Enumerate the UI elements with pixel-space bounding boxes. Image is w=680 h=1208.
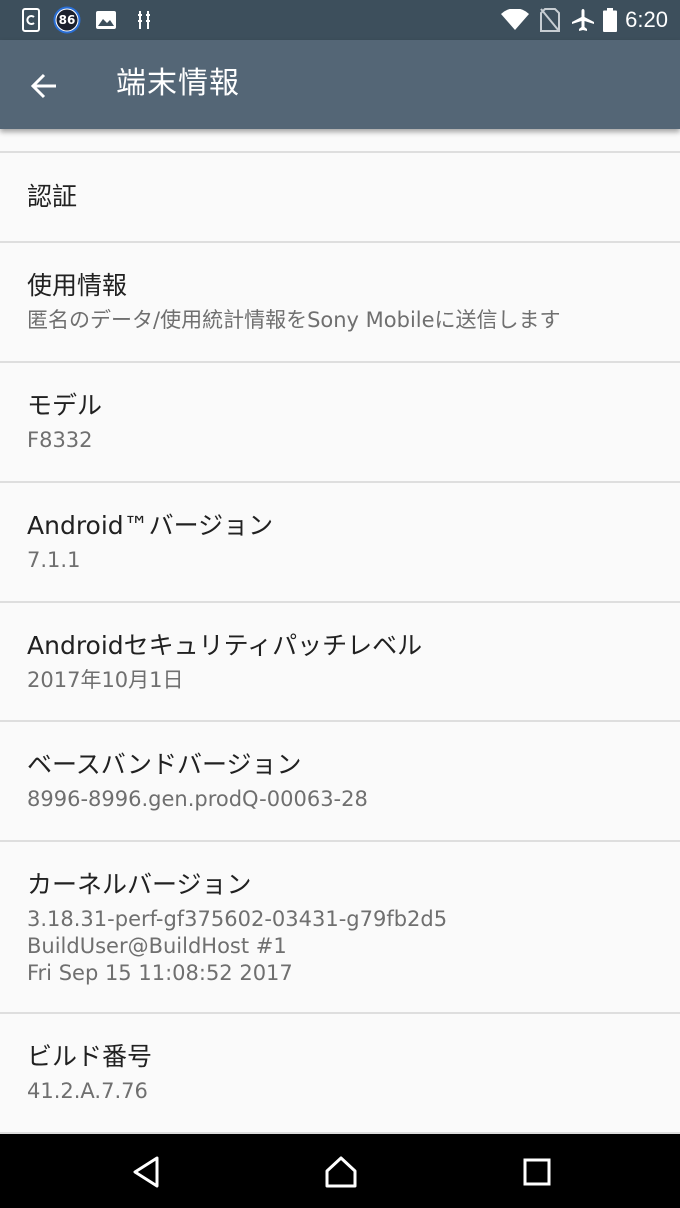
list-item-android-version[interactable]: Android™バージョン 7.1.1: [0, 483, 680, 603]
home-icon: [325, 1156, 357, 1188]
back-triangle-icon: [133, 1156, 159, 1188]
item-summary: F8332: [27, 428, 93, 452]
airplane-mode-icon: [570, 6, 596, 34]
item-summary-line: 3.18.31-perf-gf375602-03431-g79fb2d5: [27, 907, 448, 931]
page-title: 端末情報: [116, 66, 240, 101]
nav-recents-button[interactable]: [507, 1144, 567, 1200]
list-item-certification[interactable]: 認証: [0, 153, 680, 243]
item-title: 使用情報: [27, 271, 128, 300]
list-item-build-number[interactable]: ビルド番号 41.2.A.7.76: [0, 1014, 680, 1134]
item-title: Androidセキュリティパッチレベル: [27, 631, 423, 660]
no-sim-icon: [538, 6, 562, 34]
arrow-back-icon: [30, 73, 56, 99]
item-title: ベースバンドバージョン: [27, 750, 302, 779]
settings-list[interactable]: 認証 使用情報 匿名のデータ/使用統計情報をSony Mobileに送信します …: [0, 129, 680, 1134]
list-item-model[interactable]: モデル F8332: [0, 363, 680, 483]
app-notification-icon: [20, 6, 42, 34]
list-item-security-patch[interactable]: Androidセキュリティパッチレベル 2017年10月1日: [0, 603, 680, 722]
navigation-bar: [0, 1134, 680, 1208]
battery-icon: [602, 6, 618, 34]
status-bar: 86 6:20: [0, 0, 680, 40]
item-title: カーネルバージョン: [27, 870, 252, 899]
recents-icon: [523, 1158, 551, 1186]
clock: 6:20: [625, 7, 668, 32]
list-item-kernel-version[interactable]: カーネルバージョン 3.18.31-perf-gf375602-03431-g7…: [0, 842, 680, 1014]
image-icon: [94, 6, 118, 34]
wifi-icon: [500, 6, 530, 34]
back-button[interactable]: [18, 60, 70, 112]
item-summary-line: BuildUser@BuildHost #1: [27, 934, 287, 958]
item-summary-line: Fri Sep 15 11:08:52 2017: [27, 961, 293, 985]
item-title: モデル: [27, 391, 103, 420]
nav-home-button[interactable]: [311, 1144, 371, 1200]
badge-86-icon: 86: [52, 6, 82, 34]
list-item-baseband-version[interactable]: ベースバンドバージョン 8996-8996.gen.prodQ-00063-28: [0, 722, 680, 842]
item-title: ビルド番号: [27, 1042, 153, 1071]
list-item-usage-info[interactable]: 使用情報 匿名のデータ/使用統計情報をSony Mobileに送信します: [0, 243, 680, 363]
item-summary: 7.1.1: [27, 548, 81, 572]
item-summary: 41.2.A.7.76: [27, 1079, 148, 1103]
usb-debug-icon: [134, 6, 154, 34]
item-title: 認証: [27, 182, 78, 211]
item-summary: 8996-8996.gen.prodQ-00063-28: [27, 787, 368, 811]
item-summary: 2017年10月1日: [27, 668, 184, 692]
nav-back-button[interactable]: [116, 1144, 176, 1200]
badge-count: 86: [58, 13, 76, 27]
item-title: Android™バージョン: [27, 511, 274, 540]
item-summary: 匿名のデータ/使用統計情報をSony Mobileに送信します: [27, 308, 561, 332]
app-bar: 端末情報: [0, 40, 680, 129]
